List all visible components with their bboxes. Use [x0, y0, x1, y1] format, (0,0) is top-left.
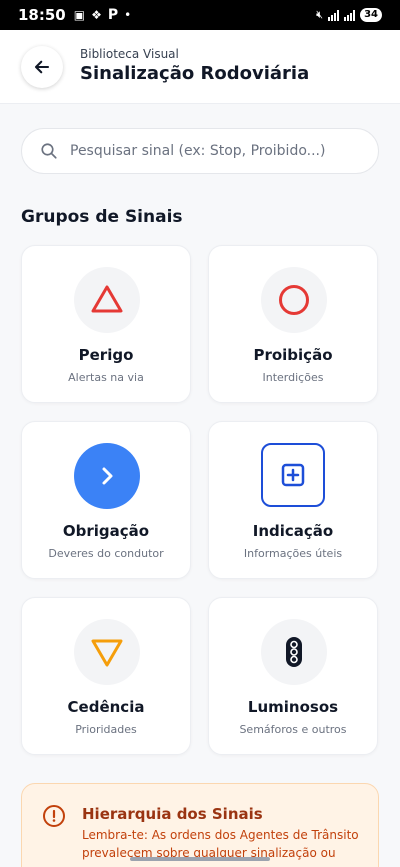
triangle-icon [91, 285, 123, 313]
plus-square-icon [281, 463, 305, 487]
card-subtitle: Alertas na via [68, 371, 144, 384]
card-title: Obrigação [62, 522, 150, 540]
home-indicator[interactable] [130, 857, 270, 861]
parking-icon: P [107, 7, 119, 23]
mute-icon: 🔇︎ [316, 8, 324, 21]
chat-icon: ❖ [91, 8, 102, 22]
icon-container [74, 267, 140, 333]
group-card-indicacao[interactable]: Indicação Informações úteis [208, 421, 378, 579]
header-subtitle: Biblioteca Visual [80, 47, 179, 61]
card-subtitle: Interdições [262, 371, 324, 384]
back-button[interactable] [21, 46, 63, 88]
icon-container [74, 443, 140, 509]
group-card-cedencia[interactable]: Cedência Prioridades [21, 597, 191, 755]
app-header: Biblioteca Visual Sinalização Rodoviária [0, 30, 400, 104]
alert-title: Hierarquia dos Sinais [82, 805, 263, 823]
signal-4g-icon [344, 9, 356, 21]
search-input[interactable] [70, 143, 360, 159]
card-title: Luminosos [247, 698, 339, 716]
arrow-left-icon [34, 60, 50, 74]
icon-container [74, 619, 140, 685]
icon-container [261, 267, 327, 333]
inverted-triangle-icon [91, 639, 123, 667]
battery-icon: 34 [360, 8, 382, 22]
card-title: Cedência [67, 698, 145, 716]
status-time: 18:50 [18, 6, 66, 24]
card-title: Indicação [252, 522, 334, 540]
card-subtitle: Deveres do condutor [48, 547, 164, 560]
page-title: Sinalização Rodoviária [80, 63, 310, 84]
traffic-light-icon [286, 637, 302, 667]
screenshot-icon: ▣ [73, 8, 86, 22]
group-card-proibicao[interactable]: Proibição Interdições [208, 245, 378, 403]
group-card-obrigacao[interactable]: Obrigação Deveres do condutor [21, 421, 191, 579]
card-subtitle: Semáforos e outros [239, 723, 347, 736]
card-subtitle: Prioridades [75, 723, 137, 736]
group-card-perigo[interactable]: Perigo Alertas na via [21, 245, 191, 403]
icon-container [261, 443, 325, 507]
status-bar: 18:50 ▣ ❖ P • 🔇︎ 34 [0, 0, 400, 30]
section-title: Grupos de Sinais [21, 207, 183, 227]
card-subtitle: Informações úteis [243, 547, 343, 560]
info-icon [43, 805, 65, 827]
card-title: Proibição [253, 346, 333, 364]
dot-icon: • [124, 8, 132, 22]
search-bar[interactable] [21, 128, 379, 174]
group-card-luminosos[interactable]: Luminosos Semáforos e outros [208, 597, 378, 755]
search-icon [41, 143, 57, 159]
chevron-right-icon [102, 467, 113, 485]
circle-icon [279, 285, 309, 315]
card-title: Perigo [78, 346, 134, 364]
signal-icon [328, 9, 340, 21]
icon-container [261, 619, 327, 685]
info-alert: Hierarquia dos Sinais Lembra-te: As orde… [21, 783, 379, 867]
